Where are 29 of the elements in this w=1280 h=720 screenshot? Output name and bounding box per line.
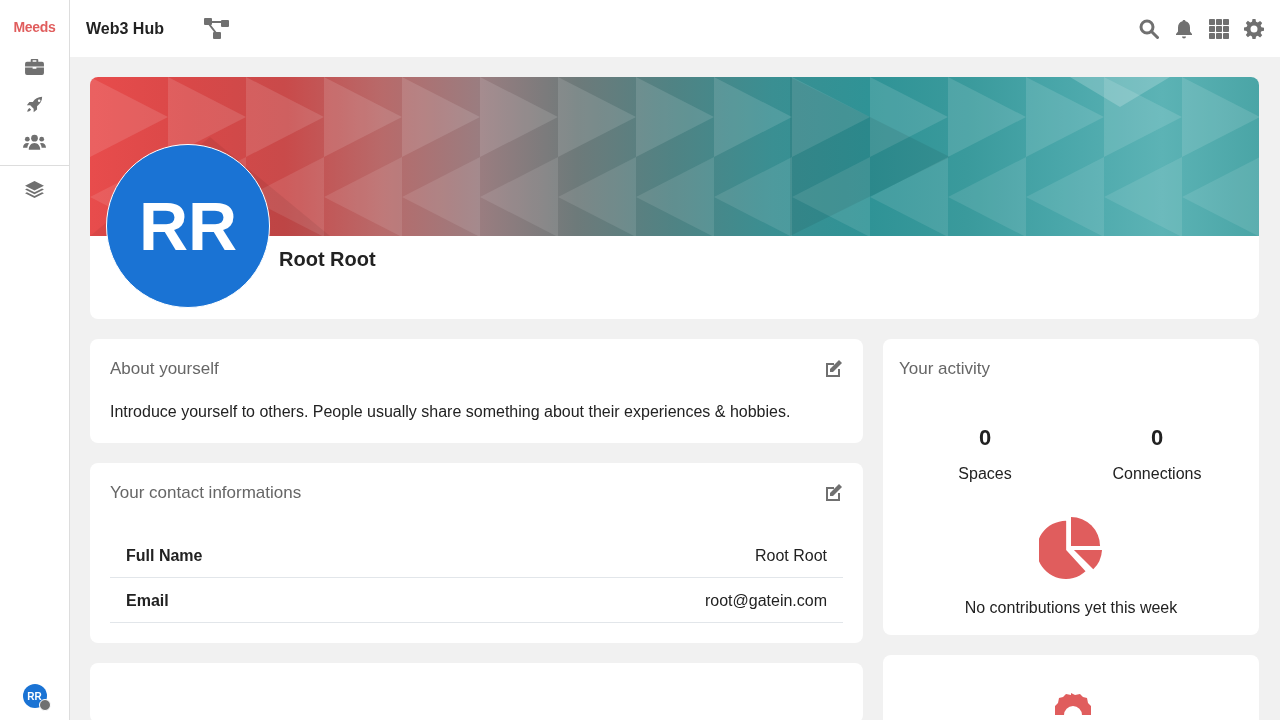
people-icon[interactable] <box>23 134 46 150</box>
card-title: Your contact informations <box>110 483 302 503</box>
settings-icon[interactable] <box>1244 18 1264 39</box>
empty-message: No contributions yet this week <box>964 599 1178 617</box>
stat-value: 0 <box>978 425 992 451</box>
edit-icon[interactable] <box>823 359 843 379</box>
profile-name: Root Root <box>279 248 376 270</box>
apps-icon[interactable] <box>1209 18 1229 39</box>
field-label: Full Name <box>126 547 203 565</box>
rocket-icon[interactable] <box>25 96 44 113</box>
stat-label: Connections <box>1112 465 1202 483</box>
sitemap-icon[interactable] <box>203 17 230 40</box>
card-title: Your activity <box>899 359 991 379</box>
field-value: Root Root <box>754 547 827 565</box>
stat-label: Spaces <box>958 465 1012 483</box>
logo[interactable]: Meeds <box>13 19 56 35</box>
card-title: About yourself <box>110 359 219 379</box>
pie-chart-icon <box>1039 517 1103 579</box>
field-label: Email <box>126 592 169 610</box>
briefcase-icon[interactable] <box>25 58 44 75</box>
search-icon[interactable] <box>1139 18 1159 39</box>
site-title: Web3 Hub <box>86 19 164 38</box>
stat-value: 0 <box>1150 425 1164 451</box>
status-dot <box>38 699 51 711</box>
layers-icon[interactable] <box>25 181 44 198</box>
field-value: root@gatein.com <box>704 592 827 610</box>
about-text: Introduce yourself to others. People usually share something about their experiences & hobbies. <box>110 403 792 421</box>
notifications-icon[interactable] <box>1174 18 1194 39</box>
edit-icon[interactable] <box>823 483 843 503</box>
